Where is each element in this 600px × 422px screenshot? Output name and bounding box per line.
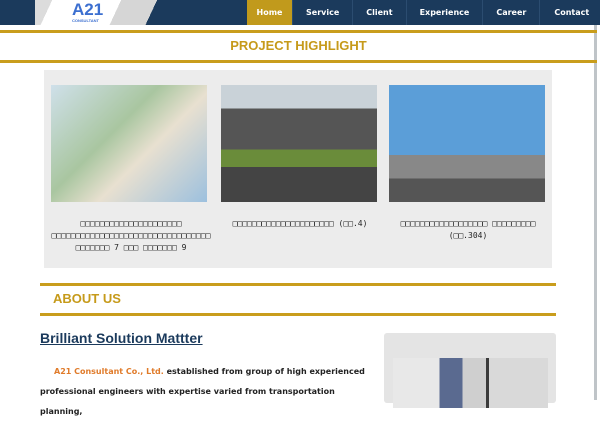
project-highlight-title: PROJECT HIGHLIGHT <box>230 38 367 53</box>
nav-home[interactable]: Home <box>247 0 293 25</box>
project-image-interchange[interactable] <box>221 85 377 202</box>
about-us-title: ABOUT US <box>53 291 121 306</box>
company-name: A21 Consultant Co., Ltd. <box>54 367 164 376</box>
project-panel: □□□□□□□□□□□□□□□□□□□□□ □□□□□□□□□□□□□□□□□□… <box>44 70 552 268</box>
about-paragraph: A21 Consultant Co., Ltd. established fro… <box>40 362 370 422</box>
divider <box>40 313 556 316</box>
project-image-map[interactable] <box>51 85 207 202</box>
about-heading: Brilliant Solution Mattter <box>40 330 203 346</box>
nav-menu: Home Service Client Experience Career Co… <box>247 0 600 25</box>
divider <box>0 30 597 33</box>
logo-subtext: CONSULTANT <box>72 18 99 23</box>
logo-text: A21 <box>72 0 104 19</box>
project-image-roundabout[interactable] <box>389 85 545 202</box>
project-caption[interactable]: □□□□□□□□□□□□□□□□□□□□□ □□□□□□□□□□□□□□□□□□… <box>46 218 216 254</box>
nav-service[interactable]: Service <box>293 0 354 25</box>
project-caption[interactable]: □□□□□□□□□□□□□□□□□□□□□ (□□.4) <box>215 218 385 230</box>
divider <box>0 60 597 63</box>
logo[interactable]: A21 CONSULTANT <box>72 0 104 23</box>
about-photo-box <box>384 333 556 408</box>
about-photo <box>393 358 548 408</box>
top-nav: A21 CONSULTANT Home Service Client Experi… <box>0 0 600 25</box>
divider <box>40 283 556 286</box>
project-caption[interactable]: □□□□□□□□□□□□□□□□□□ □□□□□□□□□ (□□.304) <box>383 218 553 242</box>
nav-experience[interactable]: Experience <box>407 0 484 25</box>
nav-client[interactable]: Client <box>353 0 407 25</box>
nav-contact[interactable]: Contact <box>540 0 600 25</box>
nav-career[interactable]: Career <box>483 0 541 25</box>
